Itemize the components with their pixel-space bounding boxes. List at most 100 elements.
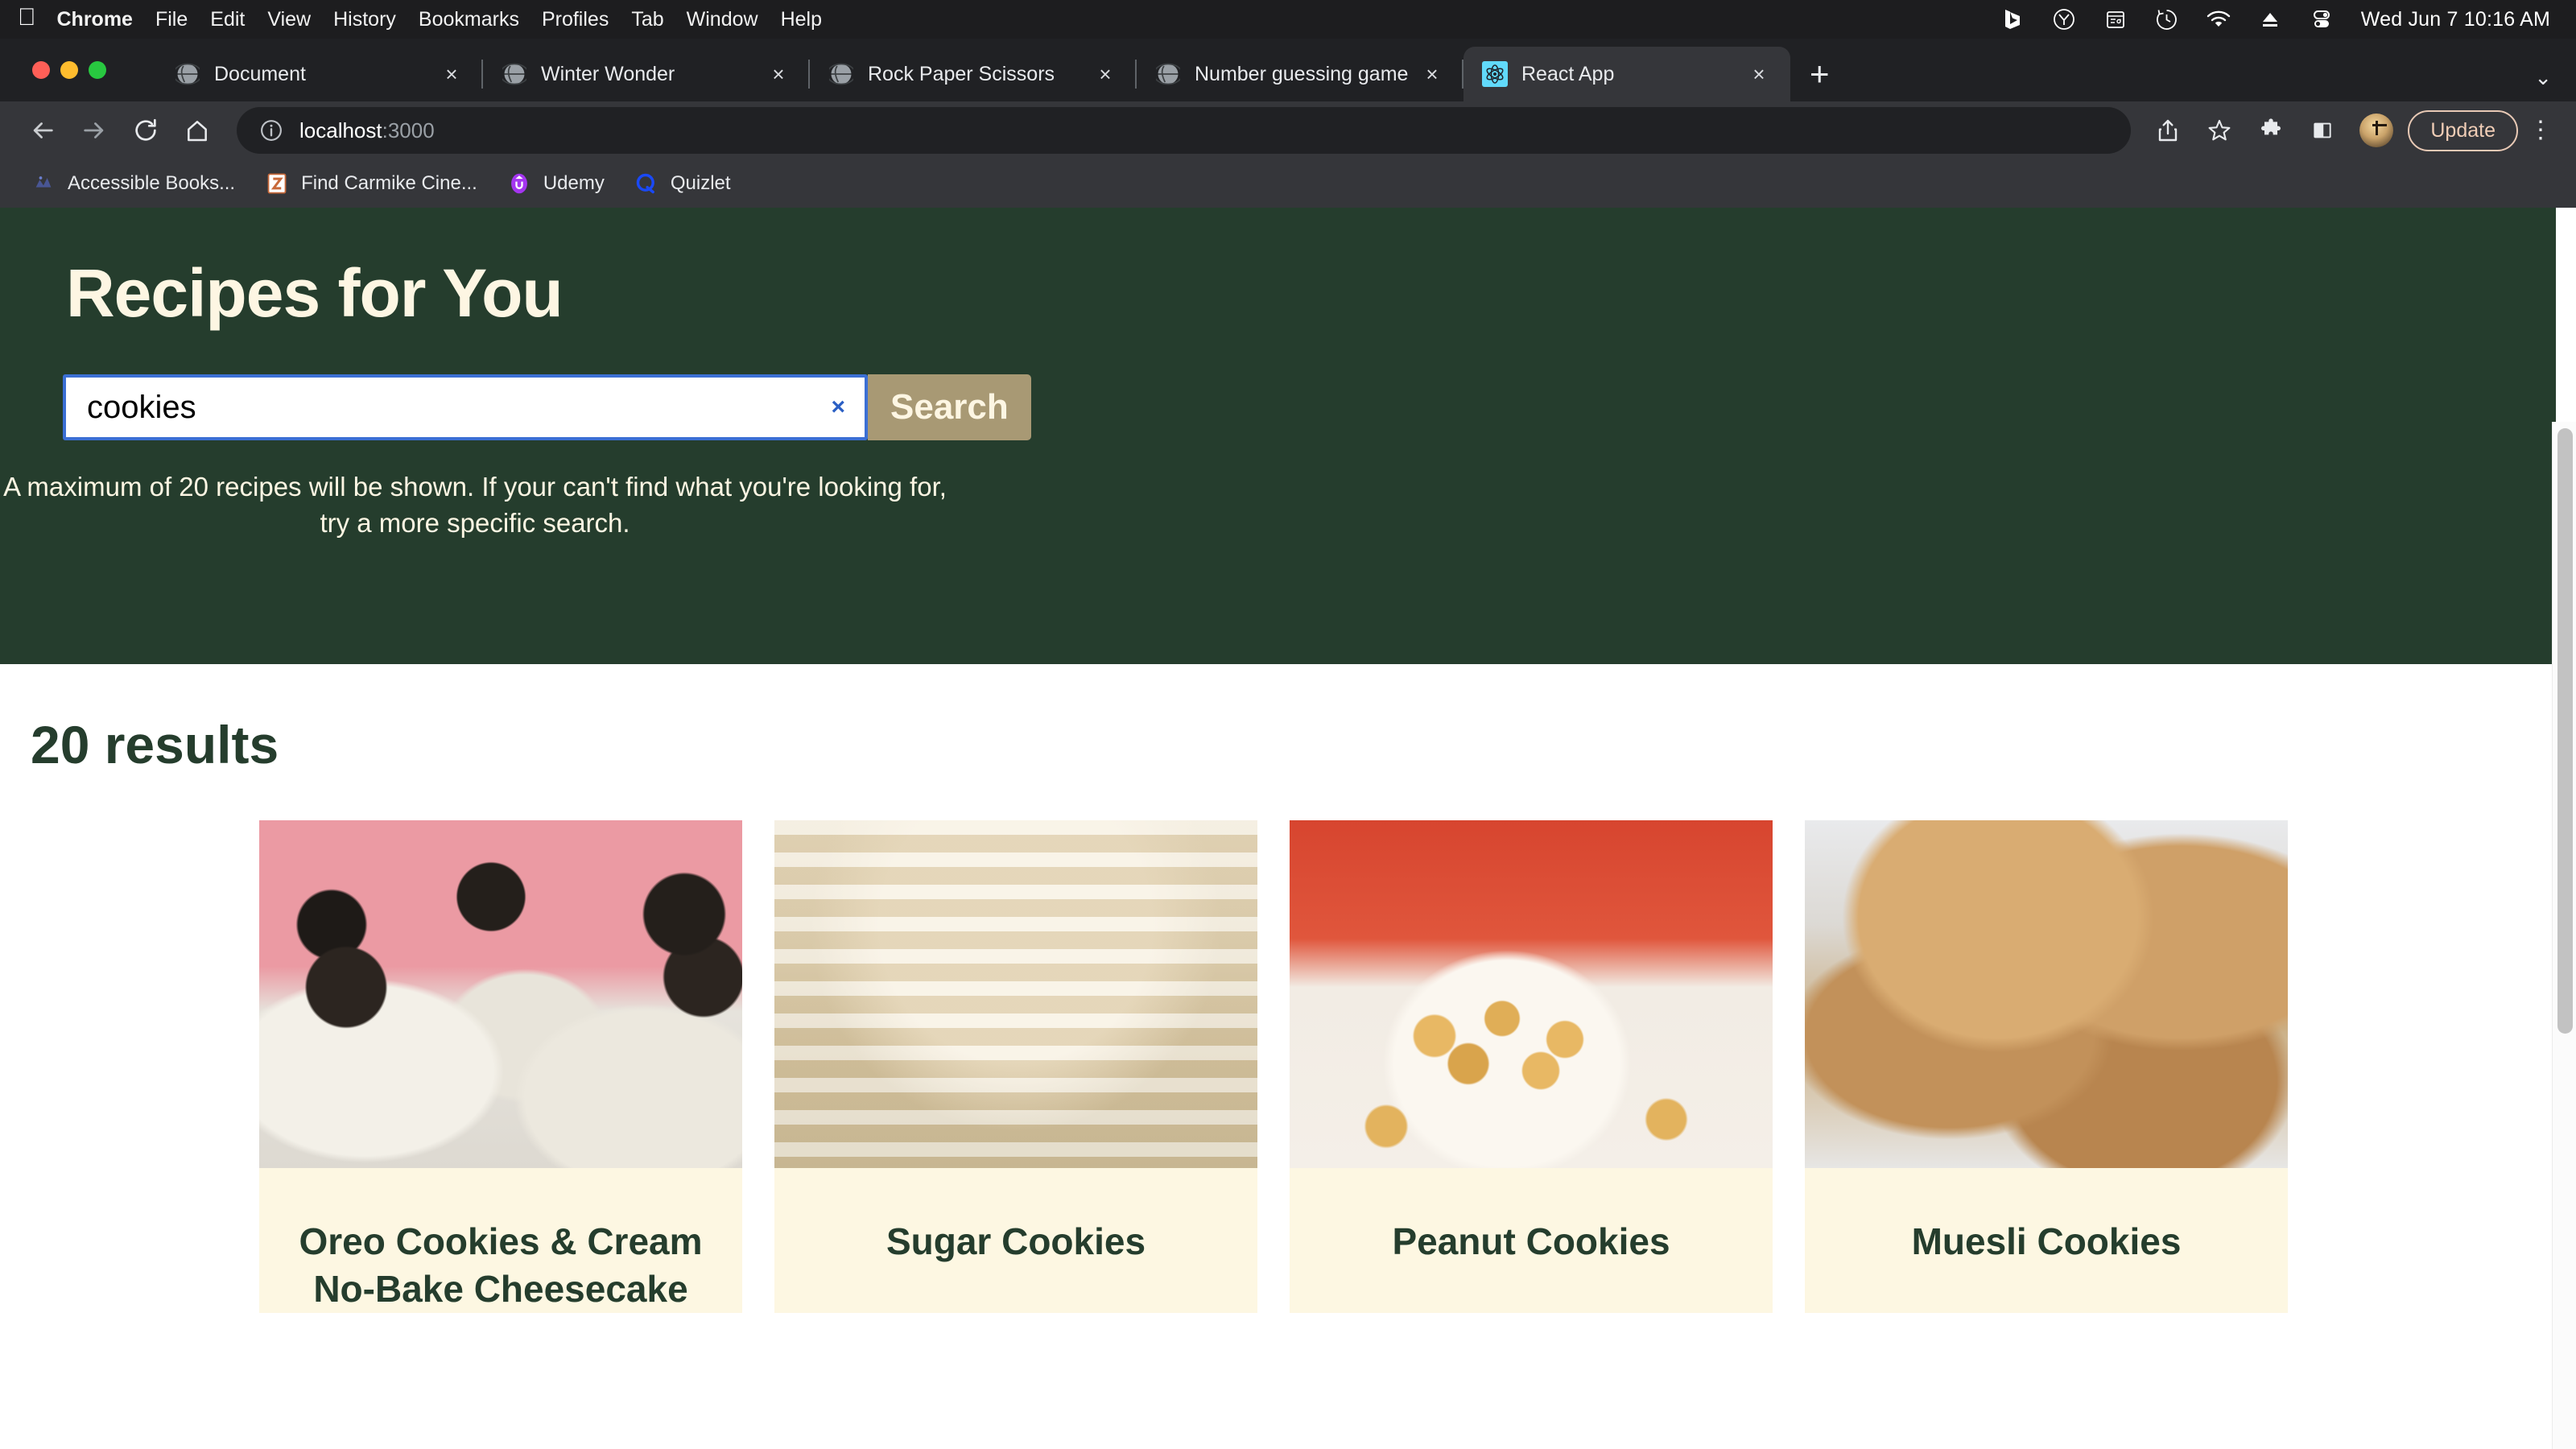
tab-title: Number guessing game: [1195, 62, 1409, 85]
menu-item-view[interactable]: View: [267, 8, 311, 31]
bookmark-udemy[interactable]: Udemy: [495, 166, 616, 201]
menu-item-profiles[interactable]: Profiles: [542, 8, 609, 31]
tab-rock-paper-scissors[interactable]: Rock Paper Scissors ×: [810, 47, 1137, 101]
new-tab-button[interactable]: +: [1810, 55, 1830, 93]
recipe-card-body: Sugar Cookies: [774, 1168, 1257, 1313]
bookmark-label: Accessible Books...: [68, 172, 236, 194]
page-viewport: Recipes for You × Search A maximum of 20…: [0, 208, 2576, 1449]
recipe-card[interactable]: Sugar Cookies: [774, 820, 1257, 1313]
globe-icon: [501, 60, 528, 88]
menu-item-help[interactable]: Help: [781, 8, 822, 31]
puzzle-piece-icon[interactable]: [2248, 108, 2293, 153]
side-panel-icon[interactable]: [2300, 108, 2345, 153]
tab-number-guessing-game[interactable]: Number guessing game ×: [1137, 47, 1463, 101]
tab-title: Rock Paper Scissors: [868, 62, 1055, 85]
address-bar-text: localhost:3000: [299, 118, 435, 143]
search-row: × Search: [63, 374, 2556, 440]
site-info-icon[interactable]: [258, 117, 285, 144]
recipe-card[interactable]: Peanut Cookies: [1290, 820, 1773, 1313]
menubar-status-area: Wed Jun 7 10:16 AM: [2000, 7, 2558, 31]
three-dot-menu-icon[interactable]: ⋮: [2524, 118, 2557, 142]
tab-title: Document: [214, 62, 306, 85]
accessible-books-icon: [31, 171, 56, 196]
chevron-down-icon[interactable]: ⌄: [2534, 65, 2552, 89]
globe-icon: [828, 60, 855, 88]
recipe-card-body: Oreo Cookies & Cream No-Bake Cheesecake: [259, 1168, 742, 1313]
macos-menubar:  Chrome File Edit View History Bookmark…: [0, 0, 2576, 39]
wifi-icon[interactable]: [2207, 7, 2231, 31]
time-machine-icon[interactable]: [2155, 7, 2179, 31]
results-grid: Oreo Cookies & Cream No-Bake Cheesecake …: [259, 820, 2568, 1313]
bookmark-accessible-books[interactable]: Accessible Books...: [19, 166, 246, 201]
recipe-image: [774, 820, 1257, 1168]
page-scrollbar[interactable]: [2552, 422, 2576, 1449]
window-controls: [32, 61, 106, 79]
bookmarks-bar: Accessible Books... Find Carmike Cine...…: [0, 159, 2576, 208]
close-tab-button[interactable]: ×: [438, 62, 465, 87]
url-host: localhost: [299, 118, 382, 142]
recipe-card-body: Peanut Cookies: [1290, 1168, 1773, 1313]
tab-title: Winter Wonder: [541, 62, 675, 85]
home-icon[interactable]: [174, 107, 221, 154]
tab-winter-wonder[interactable]: Winter Wonder ×: [483, 47, 810, 101]
search-hint-text: A maximum of 20 recipes will be shown. I…: [3, 472, 947, 538]
globe-icon: [174, 60, 201, 88]
search-field-wrapper[interactable]: ×: [63, 374, 868, 440]
close-tab-button[interactable]: ×: [1745, 62, 1773, 87]
eject-icon[interactable]: [2258, 7, 2282, 31]
back-arrow-icon[interactable]: [19, 107, 66, 154]
control-center-icon[interactable]: [2310, 7, 2334, 31]
apple-logo-icon[interactable]: : [18, 6, 36, 30]
bing-icon[interactable]: [2000, 7, 2025, 31]
menu-item-file[interactable]: File: [155, 8, 188, 31]
page-title: Recipes for You: [66, 255, 564, 331]
menu-item-history[interactable]: History: [333, 8, 396, 31]
tab-react-app[interactable]: React App ×: [1463, 47, 1790, 101]
share-icon[interactable]: [2145, 108, 2190, 153]
minimize-window-button[interactable]: [60, 61, 78, 79]
recipe-image: [259, 820, 742, 1168]
close-window-button[interactable]: [32, 61, 50, 79]
update-button[interactable]: Update: [2408, 109, 2518, 151]
udemy-icon: [506, 171, 532, 196]
clear-search-icon[interactable]: ×: [831, 395, 845, 419]
reload-icon[interactable]: [122, 107, 169, 154]
scrollbar-thumb[interactable]: [2557, 428, 2573, 1034]
menubar-clock[interactable]: Wed Jun 7 10:16 AM: [2361, 8, 2550, 31]
profile-avatar[interactable]: [2359, 114, 2394, 147]
recipe-title: Oreo Cookies & Cream No-Bake Cheesecake: [299, 1220, 703, 1310]
recipe-image: [1290, 820, 1773, 1168]
shortcuts-icon[interactable]: [2103, 7, 2128, 31]
quizlet-icon: [634, 171, 659, 196]
search-input[interactable]: [66, 389, 865, 426]
bookmark-find-carmike-cinemas[interactable]: Find Carmike Cine...: [253, 166, 489, 201]
results-count-heading: 20 results: [31, 715, 279, 774]
forward-arrow-icon[interactable]: [71, 107, 118, 154]
recipe-card[interactable]: Muesli Cookies: [1805, 820, 2288, 1313]
browser-toolbar: localhost:3000 Update ⋮: [0, 101, 2576, 159]
close-tab-button[interactable]: ×: [765, 62, 792, 87]
menu-item-edit[interactable]: Edit: [210, 8, 245, 31]
grammarly-icon[interactable]: [2052, 7, 2076, 31]
recipe-card[interactable]: Oreo Cookies & Cream No-Bake Cheesecake: [259, 820, 742, 1313]
star-icon[interactable]: [2197, 108, 2242, 153]
recipe-title: Muesli Cookies: [1911, 1220, 2182, 1262]
close-tab-button[interactable]: ×: [1418, 62, 1446, 87]
chrome-window: Document × Winter Wonder × Rock Paper Sc…: [0, 39, 2576, 208]
recipe-image: [1805, 820, 2288, 1168]
search-button[interactable]: Search: [868, 374, 1031, 440]
tab-strip: Document × Winter Wonder × Rock Paper Sc…: [0, 39, 2576, 101]
tab-search-area: ⌄: [2534, 65, 2576, 101]
menu-item-bookmarks[interactable]: Bookmarks: [419, 8, 519, 31]
menu-item-window[interactable]: Window: [687, 8, 758, 31]
recipe-title: Peanut Cookies: [1392, 1220, 1670, 1262]
address-bar[interactable]: localhost:3000: [237, 107, 2132, 154]
bookmark-quizlet[interactable]: Quizlet: [622, 166, 742, 201]
menu-item-chrome[interactable]: Chrome: [57, 8, 133, 31]
tab-document[interactable]: Document ×: [156, 47, 483, 101]
maximize-window-button[interactable]: [89, 61, 106, 79]
url-port: :3000: [382, 118, 435, 142]
tabs-container: Document × Winter Wonder × Rock Paper Sc…: [156, 47, 1830, 101]
menu-item-tab[interactable]: Tab: [631, 8, 663, 31]
close-tab-button[interactable]: ×: [1092, 62, 1119, 87]
